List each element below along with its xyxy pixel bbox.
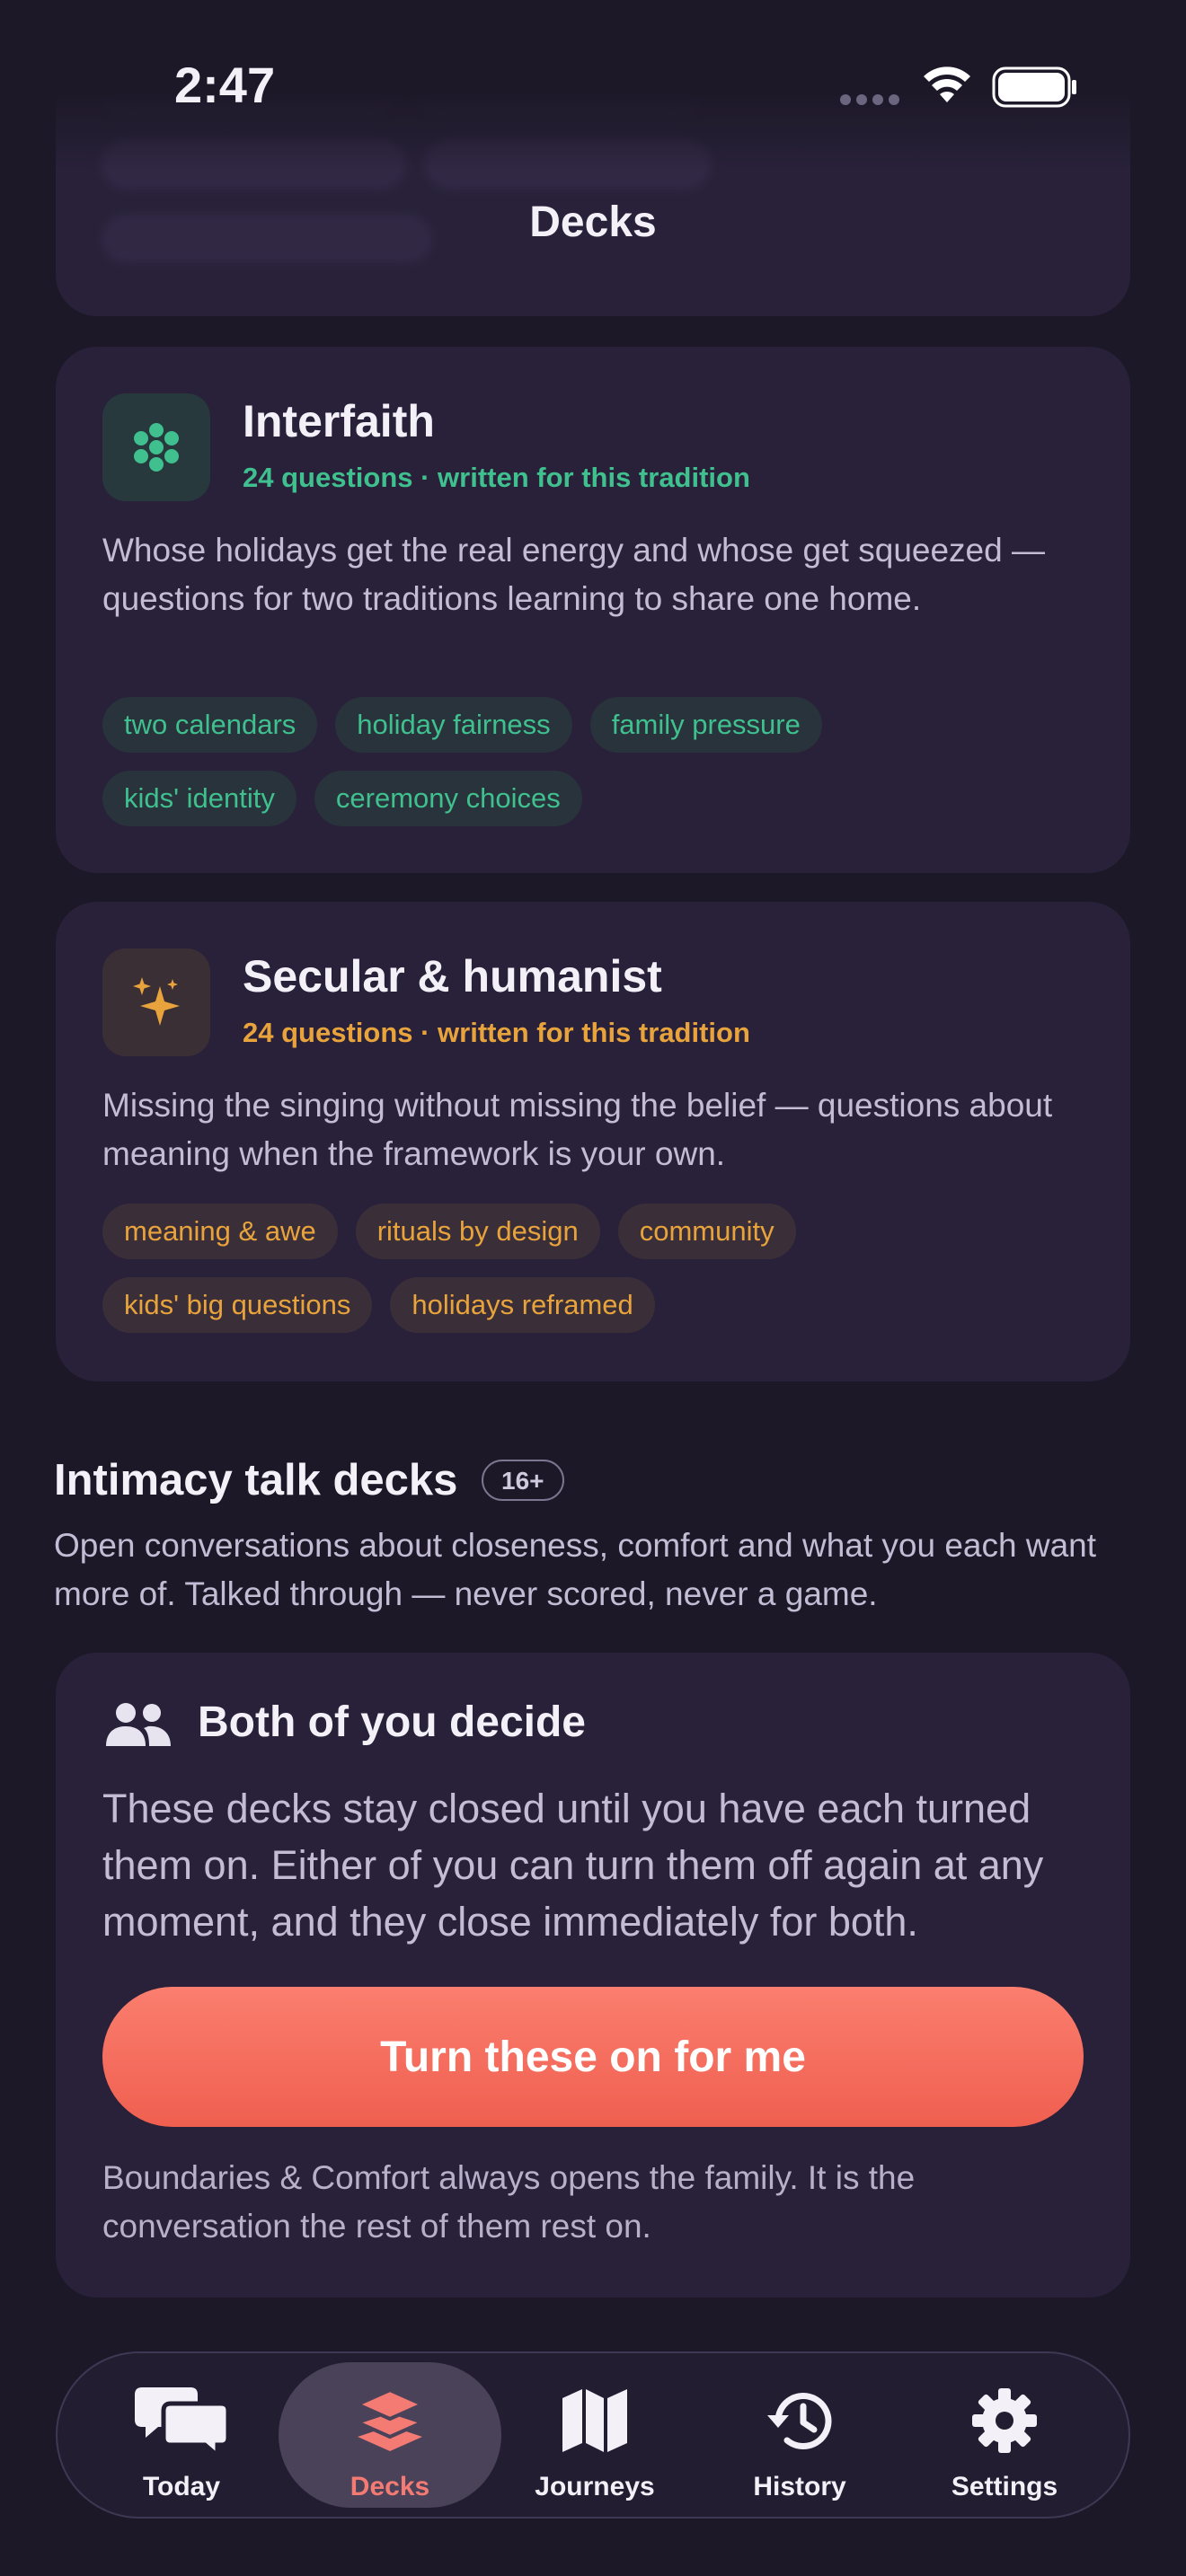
layers-icon xyxy=(354,2387,426,2451)
tag-row: kids' identity ceremony choices xyxy=(102,771,582,826)
tag-chip[interactable]: ceremony choices xyxy=(314,771,582,826)
tab-label: Today xyxy=(142,2472,221,2501)
battery-icon xyxy=(992,66,1076,108)
deck-meta: 24 questions · written for this traditio… xyxy=(243,462,750,493)
status-bar: 2:47 Decks xyxy=(0,0,1186,246)
deck-card-secular-humanist[interactable]: Secular & humanist 24 questions · writte… xyxy=(56,902,1130,1381)
consent-title: Both of you decide xyxy=(198,1698,586,1746)
section-description: Open conversations about closeness, comf… xyxy=(54,1527,1097,1612)
tab-label: Decks xyxy=(350,2472,430,2501)
section-title: Intimacy talk decks xyxy=(54,1456,458,1504)
tab-label: Journeys xyxy=(535,2472,655,2501)
consent-footnote: Boundaries & Comfort always opens the fa… xyxy=(102,2159,916,2245)
tag-chip[interactable]: kids' identity xyxy=(102,771,296,826)
tag-row: meaning & awe rituals by design communit… xyxy=(102,1204,796,1259)
chat-bubbles-icon xyxy=(135,2387,228,2457)
map-icon xyxy=(562,2389,627,2452)
deck-icon-tile xyxy=(102,393,210,501)
tag-chip[interactable]: holidays reframed xyxy=(390,1277,655,1333)
consent-body: These decks stay closed until you have e… xyxy=(102,1786,1044,1945)
tab-history[interactable]: History xyxy=(688,2362,911,2508)
tab-label: Settings xyxy=(951,2472,1058,2501)
tag-row: two calendars holiday fairness family pr… xyxy=(102,697,822,753)
tag-row: kids' big questions holidays reframed xyxy=(102,1277,655,1333)
deck-title: Secular & humanist xyxy=(243,951,662,1001)
deck-title: Interfaith xyxy=(243,396,435,446)
sparkles-icon xyxy=(133,977,180,1026)
age-rating-badge: 16+ xyxy=(482,1460,564,1501)
turn-on-button[interactable]: Turn these on for me xyxy=(102,1987,1084,2127)
tag-chip[interactable]: family pressure xyxy=(589,697,822,753)
deck-meta: 24 questions · written for this traditio… xyxy=(243,1017,750,1048)
status-time: 2:47 xyxy=(174,57,276,113)
cellular-signal-icon xyxy=(840,94,899,105)
people-icon xyxy=(106,1703,171,1746)
tag-chip[interactable]: meaning & awe xyxy=(102,1204,338,1259)
wifi-icon xyxy=(924,66,970,102)
tag-chip[interactable]: rituals by design xyxy=(355,1204,600,1259)
tab-decks[interactable]: Decks xyxy=(279,2362,501,2508)
tag-chip[interactable]: holiday fairness xyxy=(335,697,572,753)
tab-label: History xyxy=(753,2472,846,2501)
tab-bar: Today Decks Journeys History Settings xyxy=(56,2351,1130,2519)
gear-icon xyxy=(972,2388,1037,2453)
tag-chip[interactable]: kids' big questions xyxy=(102,1277,373,1333)
tag-chip[interactable]: two calendars xyxy=(102,697,318,753)
tag-chip[interactable]: community xyxy=(617,1204,796,1259)
consent-card: Both of you decide These decks stay clos… xyxy=(56,1653,1130,2298)
deck-icon-tile xyxy=(102,948,210,1056)
tab-settings[interactable]: Settings xyxy=(893,2362,1116,2508)
page-title: Decks xyxy=(529,198,657,246)
tab-journeys[interactable]: Journeys xyxy=(483,2362,706,2508)
tab-today[interactable]: Today xyxy=(70,2362,293,2508)
deck-description: Whose holidays get the real energy and w… xyxy=(102,532,1045,617)
history-icon xyxy=(767,2393,832,2449)
flower-icon xyxy=(134,423,179,472)
deck-card-interfaith[interactable]: Interfaith 24 questions · written for th… xyxy=(56,347,1130,873)
deck-description: Missing the singing without missing the … xyxy=(102,1087,1053,1172)
